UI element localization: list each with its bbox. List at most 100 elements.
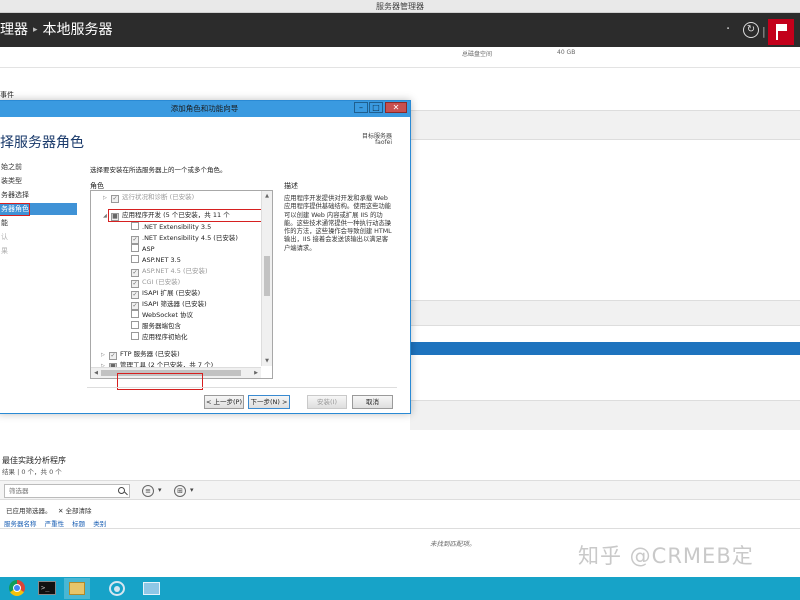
window-title: 服务器管理器 bbox=[376, 2, 424, 11]
checkbox[interactable]: ✓ bbox=[131, 236, 139, 244]
file-explorer-icon[interactable] bbox=[64, 578, 90, 599]
taskbar: >_ bbox=[0, 577, 800, 600]
selected-row[interactable] bbox=[410, 342, 800, 355]
events-title: 事件 bbox=[0, 91, 14, 99]
chrome-icon[interactable] bbox=[4, 578, 30, 599]
checkbox[interactable]: ✓ bbox=[131, 269, 139, 277]
server-manager-header: 理器 ▸ 本地服务器 · ↻ | bbox=[0, 13, 800, 47]
vertical-scrollbar[interactable]: ▲ ▼ bbox=[261, 191, 272, 366]
role-description: 应用程序开发提供对开发和承载 Web 应用程序提供基础结构。使用这些功能可以创建… bbox=[284, 195, 392, 252]
role-label: ASP.NET 3.5 bbox=[142, 256, 181, 264]
role-item[interactable]: WebSocket 协议 bbox=[131, 310, 193, 321]
command-prompt-icon[interactable]: >_ bbox=[34, 578, 60, 599]
checkbox[interactable]: ✓ bbox=[131, 302, 139, 310]
previous-button[interactable]: < 上一步(P) bbox=[204, 395, 244, 409]
column-header-server-name[interactable]: 服务器名称 bbox=[4, 520, 37, 528]
add-roles-wizard-dialog: 添加角色和功能向导 – □ ✕ 择服务器角色 目标服务器 faofei 始之前 … bbox=[0, 100, 411, 414]
role-label: ISAPI 筛选器 (已安装) bbox=[142, 300, 207, 308]
expand-icon[interactable]: ▷ bbox=[103, 193, 111, 204]
minimize-icon[interactable]: – bbox=[354, 102, 368, 113]
chevron-down-icon[interactable]: ▾ bbox=[158, 486, 162, 494]
scroll-thumb[interactable] bbox=[264, 256, 270, 296]
window-title-bar: 服务器管理器 bbox=[0, 0, 800, 13]
role-item[interactable]: ✓ ISAPI 扩展 (已安装) bbox=[131, 288, 200, 299]
wizard-title-bar[interactable]: 添加角色和功能向导 – □ ✕ bbox=[0, 101, 410, 117]
step-installation-type[interactable]: 装类型 bbox=[0, 175, 77, 187]
column-header-title[interactable]: 标题 bbox=[72, 520, 85, 528]
checkbox[interactable] bbox=[131, 332, 139, 340]
role-label: ISAPI 扩展 (已安装) bbox=[142, 289, 201, 297]
role-item[interactable]: .NET Extensibility 3.5 bbox=[131, 222, 211, 233]
breadcrumb-parent[interactable]: 理器 bbox=[0, 22, 28, 38]
column-header-category[interactable]: 类别 bbox=[93, 520, 106, 528]
install-button[interactable]: 安装(I) bbox=[307, 395, 347, 409]
checkbox[interactable] bbox=[131, 321, 139, 329]
role-item[interactable]: ASP.NET 3.5 bbox=[131, 255, 181, 266]
network-icon[interactable] bbox=[138, 578, 164, 599]
breadcrumb-current: 本地服务器 bbox=[42, 22, 113, 38]
notifications-button[interactable] bbox=[768, 19, 794, 45]
step-results: 果 bbox=[1, 247, 8, 255]
checkbox[interactable] bbox=[131, 244, 139, 252]
scroll-left-icon[interactable]: ◀ bbox=[91, 368, 101, 378]
bpa-column-headers: 服务器名称 严重性 标题 类别 bbox=[4, 518, 112, 528]
server-manager-icon[interactable] bbox=[104, 578, 130, 599]
role-item[interactable]: ✓ .NET Extensibility 4.5 (已安装) bbox=[131, 233, 238, 244]
roles-tree[interactable]: ▷ ✓ 远行状况和诊断 (已安装) ◢ ■ 应用程序开发 (5 个已安装，共 11 个 … bbox=[90, 190, 273, 379]
role-label: CGI (已安装) bbox=[142, 278, 181, 286]
cancel-button[interactable]: 取消 bbox=[352, 395, 393, 409]
step-confirmation: 认 bbox=[1, 233, 8, 241]
bpa-title: 最佳实践分析程序 bbox=[2, 456, 66, 465]
role-item[interactable]: ✓ ASP.NET 4.5 (已安装) bbox=[131, 266, 208, 277]
checkbox[interactable]: ✓ bbox=[131, 280, 139, 288]
filter-input[interactable] bbox=[4, 484, 130, 498]
checkbox[interactable]: ✓ bbox=[109, 352, 117, 360]
watermark: 知乎 @CRMEB定 bbox=[578, 544, 754, 568]
role-item[interactable]: ▷ ✓ FTP 服务器 (已安装) bbox=[101, 349, 180, 360]
checkbox[interactable] bbox=[131, 310, 139, 318]
scroll-down-icon[interactable]: ▼ bbox=[262, 356, 272, 366]
dash-icon[interactable]: · bbox=[726, 23, 740, 37]
role-label: 远行状况和诊断 (已安装) bbox=[122, 193, 195, 201]
save-query-icon[interactable]: ⊞ bbox=[174, 485, 186, 497]
description-label: 描述 bbox=[284, 182, 298, 190]
role-label: FTP 服务器 (已安装) bbox=[120, 350, 180, 358]
role-item[interactable]: ✓ ISAPI 筛选器 (已安装) bbox=[131, 299, 207, 310]
checkbox[interactable] bbox=[131, 255, 139, 263]
chevron-down-icon[interactable]: ▾ bbox=[190, 486, 194, 494]
maximize-icon[interactable]: □ bbox=[369, 102, 383, 113]
checkbox[interactable]: ✓ bbox=[111, 195, 119, 203]
next-button[interactable]: 下一步(N) > bbox=[248, 395, 290, 409]
role-item[interactable]: ASP bbox=[131, 244, 155, 255]
step-before-you-begin[interactable]: 始之前 bbox=[0, 161, 77, 173]
step-features[interactable]: 能 bbox=[0, 217, 77, 229]
role-label: ASP bbox=[142, 245, 155, 253]
clear-all-link[interactable]: ✕ 全部清除 bbox=[58, 505, 92, 515]
role-label: .NET Extensibility 4.5 (已安装) bbox=[142, 234, 238, 242]
bpa-toolbar: ≡ ▾ ⊞ ▾ bbox=[0, 480, 800, 500]
breadcrumb-separator-icon: ▸ bbox=[33, 25, 38, 35]
column-header-severity[interactable]: 严重性 bbox=[45, 520, 65, 528]
empty-results-message: 未找到匹配项。 bbox=[430, 540, 476, 548]
applied-filter-text: 已应用筛选器。 bbox=[6, 507, 52, 515]
refresh-icon[interactable]: ↻ bbox=[743, 22, 759, 38]
scroll-up-icon[interactable]: ▲ bbox=[262, 191, 272, 201]
section-header bbox=[410, 400, 800, 430]
close-icon[interactable]: ✕ bbox=[385, 102, 407, 113]
annotation-box bbox=[0, 203, 30, 216]
instruction-text: 选择要安装在所选服务器上的一个或多个角色。 bbox=[90, 166, 227, 174]
role-label: 服务器端包含 bbox=[142, 322, 181, 330]
role-item[interactable]: ✓ CGI (已安装) bbox=[131, 277, 180, 288]
clear-all-label: 全部清除 bbox=[65, 507, 92, 515]
target-server-name: faofei bbox=[375, 139, 392, 146]
role-item[interactable]: 服务器端包含 bbox=[131, 321, 181, 332]
search-icon[interactable] bbox=[118, 487, 125, 494]
step-server-selection[interactable]: 务器选择 bbox=[0, 189, 77, 201]
checkbox[interactable] bbox=[131, 222, 139, 230]
annotation-box bbox=[108, 209, 264, 222]
role-item[interactable]: ▷ ✓ 远行状况和诊断 (已安装) bbox=[103, 192, 194, 203]
checkbox[interactable]: ✓ bbox=[131, 291, 139, 299]
scroll-right-icon[interactable]: ▶ bbox=[251, 368, 261, 378]
list-options-icon[interactable]: ≡ bbox=[142, 485, 154, 497]
role-item[interactable]: 应用程序初始化 bbox=[131, 332, 188, 343]
